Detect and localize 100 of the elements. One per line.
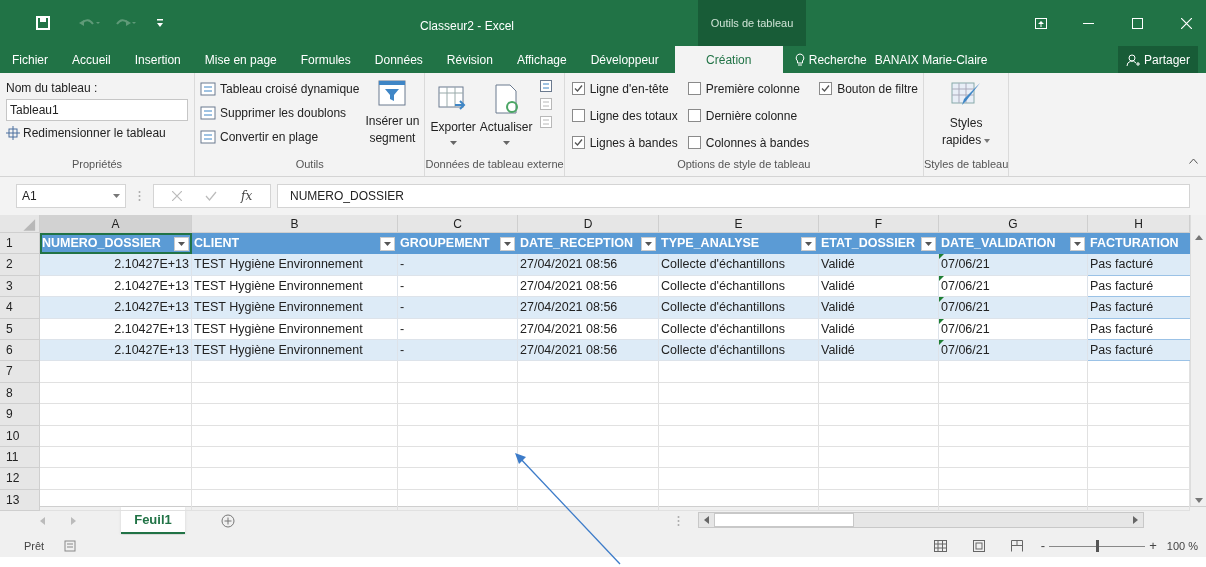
checkbox-option[interactable]: Dernière colonne xyxy=(687,106,810,125)
row-header[interactable]: 7 xyxy=(0,361,40,383)
menu-tab[interactable]: Développeur xyxy=(578,46,671,73)
checkbox[interactable] xyxy=(687,136,701,149)
page-layout-icon[interactable] xyxy=(972,540,985,552)
scroll-down-icon[interactable] xyxy=(1194,498,1203,503)
menu-tab[interactable]: Accueil xyxy=(60,46,123,73)
row-header[interactable]: 2 xyxy=(0,254,40,276)
row-header[interactable]: 8 xyxy=(0,382,40,405)
zoom-out-button[interactable]: - xyxy=(1040,536,1046,556)
row-header[interactable]: 4 xyxy=(0,297,40,319)
horizontal-scrollbar[interactable] xyxy=(698,512,1144,528)
checkbox-option[interactable]: Ligne des totaux xyxy=(571,106,678,125)
export-button[interactable]: Exporter xyxy=(430,79,476,156)
checkbox-option[interactable]: Colonnes à bandes xyxy=(687,133,810,152)
resize-table-button[interactable]: Redimensionner le tableau xyxy=(6,124,188,142)
ribbon-button[interactable]: Convertir en plage xyxy=(200,127,360,147)
name-box[interactable]: A1 xyxy=(16,184,126,208)
table-cell: Validé xyxy=(819,297,939,319)
column-header[interactable]: G xyxy=(939,215,1088,232)
refresh-button[interactable]: Actualiser xyxy=(479,79,533,156)
scroll-up-icon[interactable] xyxy=(1194,235,1203,240)
column-header[interactable]: F xyxy=(819,215,939,232)
menu-tab[interactable]: Données xyxy=(362,46,435,73)
checkbox-option[interactable]: Première colonne xyxy=(687,79,810,98)
row-header[interactable]: 10 xyxy=(0,425,40,447)
menu-tab[interactable]: Mise en page xyxy=(192,46,289,73)
checkbox-option[interactable]: Bouton de filtre xyxy=(819,79,918,98)
share-button[interactable]: Partager xyxy=(1117,46,1198,73)
row-header[interactable]: 5 xyxy=(0,318,40,340)
ribbon-display-icon[interactable] xyxy=(1035,17,1047,29)
table-cell: TEST Hygiène Environnement xyxy=(192,254,398,276)
normal-view-icon[interactable] xyxy=(933,540,947,552)
checkbox[interactable] xyxy=(571,136,585,149)
column-header[interactable]: E xyxy=(659,215,819,232)
row-header[interactable]: 1 xyxy=(0,233,40,255)
properties-icon[interactable] xyxy=(538,79,553,93)
collapse-ribbon-icon[interactable] xyxy=(1189,158,1198,164)
table-cell: TEST Hygiène Environnement xyxy=(192,275,398,298)
formula-field[interactable]: NUMERO_DOSSIER xyxy=(277,184,1190,208)
save-icon[interactable] xyxy=(36,16,50,30)
ribbon-button[interactable]: Tableau croisé dynamique xyxy=(200,79,360,99)
menu-tab[interactable]: Création xyxy=(674,46,783,73)
sheet-tab[interactable]: Feuil1 xyxy=(121,507,185,534)
menu-tab[interactable]: Insertion xyxy=(122,46,193,73)
table-name-field[interactable]: Tableau1 xyxy=(6,99,188,121)
column-header[interactable]: D xyxy=(518,215,659,232)
customize-icon[interactable] xyxy=(156,18,164,28)
scroll-left-icon[interactable] xyxy=(704,516,709,524)
table-header-cell: NUMERO_DOSSIER xyxy=(40,233,192,255)
search-button[interactable]: Recherche xyxy=(794,46,867,73)
row-header[interactable]: 9 xyxy=(0,404,40,426)
quick-styles-button[interactable]: Styles rapides xyxy=(941,79,991,156)
ribbon-button[interactable]: Supprimer les doublons xyxy=(200,103,360,123)
row-header[interactable]: 12 xyxy=(0,468,40,490)
menu-tab[interactable]: Révision xyxy=(434,46,505,73)
menu-tab[interactable]: Formules xyxy=(288,46,363,73)
zoom-level: 100 % xyxy=(1166,538,1198,554)
column-header[interactable]: C xyxy=(398,215,518,232)
row-header[interactable]: 6 xyxy=(0,339,40,362)
vertical-scrollbar[interactable] xyxy=(1190,215,1206,506)
zoom-slider-thumb[interactable] xyxy=(1095,540,1099,552)
maximize-icon[interactable] xyxy=(1132,17,1143,29)
page-break-icon[interactable] xyxy=(1010,540,1023,552)
row-header[interactable]: 11 xyxy=(0,446,40,469)
checkbox-option[interactable]: Lignes à bandes xyxy=(571,133,678,152)
checkbox[interactable] xyxy=(571,82,585,95)
row-header[interactable]: 13 xyxy=(0,489,40,512)
add-sheet-icon[interactable] xyxy=(221,514,235,528)
table-cell: 2.10427E+13 xyxy=(40,297,192,319)
filter-dropdown-icon[interactable] xyxy=(174,236,189,251)
checkbox[interactable] xyxy=(571,109,585,122)
insert-function-button[interactable]: fx xyxy=(241,187,253,205)
insert-slicer-button[interactable]: Insérer un segment xyxy=(365,79,420,156)
table-cell: TEST Hygiène Environnement xyxy=(192,339,398,362)
filter-dropdown-icon[interactable] xyxy=(500,236,515,251)
column-header[interactable]: B xyxy=(192,215,398,232)
status-text: Prêt xyxy=(24,538,45,554)
checkbox[interactable] xyxy=(687,109,701,122)
filter-dropdown-icon[interactable] xyxy=(801,236,816,251)
row-header[interactable]: 3 xyxy=(0,275,40,298)
checkbox[interactable] xyxy=(687,82,701,95)
menu-tab[interactable]: Affichage xyxy=(504,46,579,73)
table-cell: Collecte d'échantillons xyxy=(659,318,819,340)
filter-dropdown-icon[interactable] xyxy=(921,236,936,251)
checkbox-option[interactable]: Ligne d'en-tête xyxy=(571,79,678,98)
scrollbar-thumb[interactable] xyxy=(714,513,854,527)
column-header[interactable]: A xyxy=(40,215,192,232)
zoom-slider[interactable] xyxy=(1049,540,1146,552)
filter-dropdown-icon[interactable] xyxy=(641,236,656,251)
zoom-in-button[interactable]: + xyxy=(1149,536,1157,556)
table-cell: Collecte d'échantillons xyxy=(659,297,819,319)
filter-dropdown-icon[interactable] xyxy=(1070,236,1085,251)
filter-dropdown-icon[interactable] xyxy=(380,236,395,251)
checkbox[interactable] xyxy=(819,82,833,95)
scroll-right-icon[interactable] xyxy=(1133,516,1138,524)
window-title: Classeur2 - Excel xyxy=(420,18,515,35)
menu-tab[interactable]: Fichier xyxy=(0,46,60,73)
close-icon[interactable] xyxy=(1181,17,1192,29)
person-plus-icon xyxy=(1125,52,1140,67)
